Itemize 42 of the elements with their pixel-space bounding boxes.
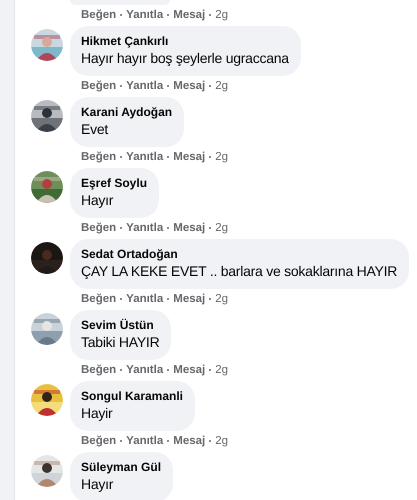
timestamp: 2g (215, 79, 228, 93)
action-link[interactable]: Yanıtla (126, 434, 164, 448)
action-link[interactable]: Mesaj (173, 221, 206, 235)
action-link[interactable]: Yanıtla (126, 363, 164, 377)
timestamp: 2g (215, 363, 228, 377)
author-name[interactable]: Sedat Ortadoğan (81, 246, 398, 262)
timestamp: 2g (215, 434, 228, 448)
action-link[interactable]: Beğen (81, 79, 116, 93)
author-name[interactable]: Hikmet Çankırlı (81, 33, 289, 49)
action-link[interactable]: Yanıtla (126, 150, 164, 164)
action-link[interactable]: Mesaj (173, 363, 206, 377)
action-link[interactable]: Yanıtla (126, 8, 164, 22)
timestamp: 2g (215, 150, 228, 164)
action-link[interactable]: Mesaj (173, 79, 206, 93)
comment-text: Tabiki HAYIR (81, 333, 160, 352)
action-link[interactable]: Yanıtla (126, 292, 164, 306)
action-link[interactable]: Yanıtla (126, 221, 164, 235)
author-name[interactable]: Karani Aydoğan (81, 104, 172, 120)
comment-text: Hayır (81, 191, 114, 210)
comment-text: Hayir (81, 404, 114, 423)
timestamp: 2g (215, 8, 228, 22)
action-link[interactable]: Beğen (81, 434, 116, 448)
comment-text: Evet (81, 120, 110, 139)
comment-text: Hayır hayır boş şeylerle ugraccana (81, 49, 289, 68)
comment-text: ÇAY LA KEKE EVET .. barlara ve sokaklarına HAYIR (81, 262, 398, 281)
comment-text: Hayır (81, 475, 114, 494)
author-name[interactable]: Eşref Soylu (81, 175, 148, 191)
action-link[interactable]: Beğen (81, 8, 116, 22)
author-name[interactable]: Süleyman Gül (81, 459, 162, 475)
action-link[interactable]: Beğen (81, 150, 116, 164)
action-link[interactable]: Mesaj (173, 8, 206, 22)
action-link[interactable]: Mesaj (173, 150, 206, 164)
author-name[interactable]: Sevim Üstün (81, 317, 160, 333)
action-link[interactable]: Mesaj (173, 292, 206, 306)
author-name[interactable]: Songul Karamanli (81, 388, 184, 404)
timestamp: 2g (215, 292, 228, 306)
timestamp: 2g (215, 221, 228, 235)
action-link[interactable]: Beğen (81, 221, 116, 235)
action-link[interactable]: Mesaj (173, 434, 206, 448)
action-link[interactable]: Beğen (81, 292, 116, 306)
action-link[interactable]: Beğen (81, 363, 116, 377)
action-link[interactable]: Yanıtla (126, 79, 164, 93)
